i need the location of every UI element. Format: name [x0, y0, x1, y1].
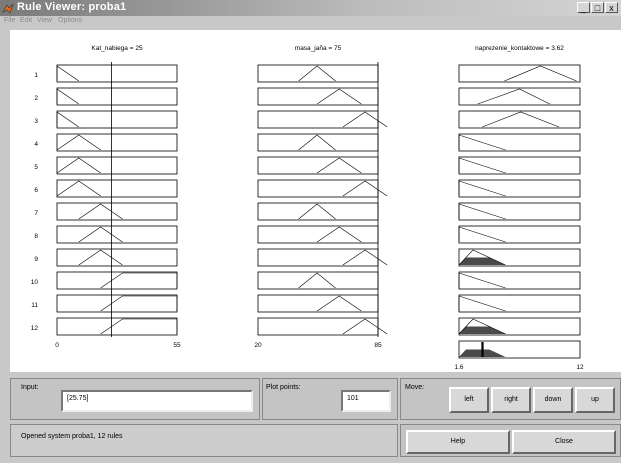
- range-max-label: 85: [374, 342, 382, 349]
- mf-box[interactable]: [458, 87, 581, 106]
- input-panel: Input: [25.75]: [10, 378, 260, 420]
- mf-box[interactable]: [257, 133, 379, 152]
- maximize-button[interactable]: □: [591, 2, 604, 13]
- mf-box[interactable]: [458, 294, 581, 313]
- input-label: Input:: [21, 384, 39, 391]
- mf-box[interactable]: [257, 271, 379, 290]
- mf-box[interactable]: [458, 156, 581, 175]
- rule-number: 1: [34, 72, 38, 79]
- rule-number: 2: [34, 95, 38, 102]
- mf-box[interactable]: [458, 64, 581, 83]
- input-field[interactable]: [25.75]: [61, 390, 253, 412]
- mf-box[interactable]: [56, 156, 178, 175]
- rule-number: 10: [31, 279, 39, 286]
- mf-box[interactable]: [257, 110, 379, 129]
- mf-box[interactable]: [458, 225, 581, 244]
- title-bar: Rule Viewer: proba1 _ □ x: [0, 0, 621, 16]
- move-down-button[interactable]: down: [533, 387, 573, 413]
- close-window-button[interactable]: x: [605, 2, 618, 13]
- window-title: Rule Viewer: proba1: [17, 1, 127, 13]
- move-panel: Move: left right down up: [400, 378, 621, 420]
- rule-number: 7: [34, 210, 38, 217]
- move-label: Move:: [405, 384, 425, 391]
- variable-header-2: naprezenie_kontaktowe = 3.62: [475, 45, 564, 52]
- move-left-button[interactable]: left: [449, 387, 489, 413]
- mf-box[interactable]: [56, 64, 178, 83]
- rule-number: 12: [31, 325, 39, 332]
- mf-box[interactable]: [56, 133, 178, 152]
- mf-box[interactable]: [257, 64, 379, 83]
- mf-box[interactable]: [257, 156, 379, 175]
- rule-number: 8: [34, 233, 38, 240]
- mf-box[interactable]: [56, 179, 178, 198]
- menu-view[interactable]: View: [37, 17, 52, 24]
- mf-box[interactable]: [257, 179, 379, 198]
- plot-points-panel: Plot points: 101: [262, 378, 398, 420]
- mf-box[interactable]: [257, 225, 379, 244]
- mf-box[interactable]: [56, 271, 178, 290]
- menu-file[interactable]: File: [4, 17, 15, 24]
- close-button[interactable]: Close: [512, 430, 616, 454]
- rule-number: 5: [34, 164, 38, 171]
- mf-box[interactable]: [56, 317, 178, 336]
- mf-box[interactable]: [257, 202, 379, 221]
- rule-number: 9: [34, 256, 38, 263]
- mf-box[interactable]: [257, 87, 379, 106]
- mf-box[interactable]: [56, 294, 178, 313]
- matlab-logo-icon: [2, 3, 14, 14]
- status-panel: [10, 424, 398, 457]
- help-button[interactable]: Help: [406, 430, 510, 454]
- action-panel: Help Close: [400, 424, 621, 457]
- rule-plots: Kat_nabiega = 251234567891011120 55masa_j…: [31, 45, 584, 371]
- mf-box[interactable]: [257, 317, 379, 336]
- mf-box[interactable]: [56, 248, 178, 267]
- mf-box[interactable]: [56, 110, 178, 129]
- variable-header-1: masa_jaña = 75: [295, 45, 342, 52]
- rule-viewer-window: Rule Viewer: proba1 _ □ x File Edit View…: [0, 0, 621, 463]
- mf-box[interactable]: [257, 248, 379, 267]
- variable-header-0: Kat_nabiega = 25: [91, 45, 143, 52]
- mf-box[interactable]: [458, 179, 581, 198]
- status-text: Opened system proba1, 12 rules: [21, 433, 123, 440]
- mf-box[interactable]: [56, 225, 178, 244]
- plot-points-field[interactable]: 101: [341, 390, 391, 412]
- range-max-label: 12: [576, 364, 584, 371]
- range-min-label: 0: [55, 342, 59, 349]
- rule-number: 6: [34, 187, 38, 194]
- mf-box[interactable]: [458, 110, 581, 129]
- range-max-label: 55: [173, 342, 181, 349]
- menu-edit[interactable]: Edit: [20, 17, 32, 24]
- move-up-button[interactable]: up: [575, 387, 615, 413]
- rule-number: 4: [34, 141, 38, 148]
- mf-box[interactable]: [56, 87, 178, 106]
- menu-options[interactable]: Options: [58, 17, 82, 24]
- menu-bar: File Edit View Options: [0, 16, 621, 29]
- mf-box[interactable]: [458, 271, 581, 290]
- rule-number: 11: [31, 302, 38, 309]
- rule-number: 3: [34, 118, 38, 125]
- range-min-label: 1.6: [454, 364, 463, 371]
- mf-box[interactable]: [458, 133, 581, 152]
- rule-plot-area: Kat_nabiega = 25 1 2 3 4 5 6 7 8 9 10 11 12 0 55 masa_j…: [10, 30, 621, 372]
- mf-box[interactable]: [257, 294, 379, 313]
- mf-box[interactable]: [56, 202, 178, 221]
- minimize-button[interactable]: _: [577, 2, 590, 13]
- bottom-edge: [0, 457, 621, 463]
- range-min-label: 20: [254, 342, 262, 349]
- mf-box[interactable]: [458, 202, 581, 221]
- move-right-button[interactable]: right: [491, 387, 531, 413]
- plot-points-label: Plot points:: [266, 384, 301, 391]
